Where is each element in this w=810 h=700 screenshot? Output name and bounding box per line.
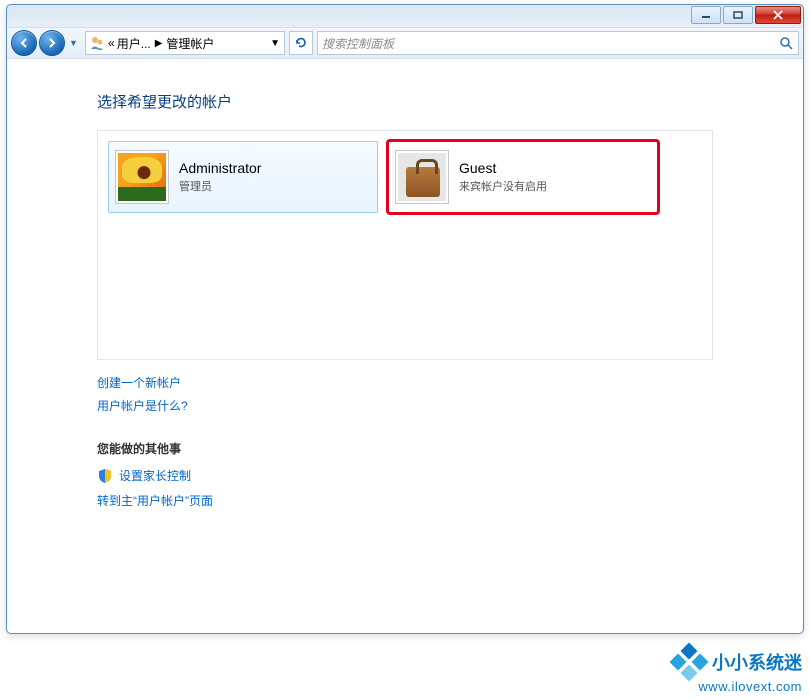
breadcrumb-item-2[interactable]: 管理帐户 xyxy=(166,35,214,52)
account-picture xyxy=(395,150,449,204)
forward-button[interactable] xyxy=(39,30,65,56)
account-text: Administrator 管理员 xyxy=(179,160,261,194)
control-panel-window: ▼ « 用户... ▶ 管理帐户 ▼ 搜索控制面板 选择希望更改的帐户 xyxy=(6,4,804,634)
close-button[interactable] xyxy=(755,6,801,24)
breadcrumb-prefix: « xyxy=(108,36,115,50)
refresh-button[interactable] xyxy=(289,31,313,55)
content-area: 选择希望更改的帐户 Administrator 管理员 Guest 来宾帐户没有… xyxy=(7,59,803,535)
link-goto-main-accounts[interactable]: 转到主“用户帐户”页面 xyxy=(97,492,713,509)
breadcrumb-item-1[interactable]: 用户... xyxy=(117,35,151,52)
suitcase-icon xyxy=(398,153,446,201)
titlebar xyxy=(7,5,803,27)
account-role: 来宾帐户没有启用 xyxy=(459,178,547,194)
account-role: 管理员 xyxy=(179,178,261,194)
flower-icon xyxy=(118,153,166,201)
watermark-diamond-icon xyxy=(672,645,706,679)
account-administrator[interactable]: Administrator 管理员 xyxy=(108,141,378,213)
account-text: Guest 来宾帐户没有启用 xyxy=(459,160,547,194)
back-button[interactable] xyxy=(11,30,37,56)
account-guest[interactable]: Guest 来宾帐户没有启用 xyxy=(388,141,658,213)
shield-icon xyxy=(97,468,113,484)
watermark: 小小系统迷 www.ilovext.com xyxy=(672,645,802,694)
history-dropdown[interactable]: ▼ xyxy=(69,38,81,48)
minimize-button[interactable] xyxy=(691,6,721,24)
search-placeholder: 搜索控制面板 xyxy=(322,35,394,52)
primary-links: 创建一个新帐户 用户帐户是什么? xyxy=(97,374,713,414)
accounts-list: Administrator 管理员 Guest 来宾帐户没有启用 xyxy=(97,130,713,360)
parental-controls-row: 设置家长控制 xyxy=(97,467,713,484)
watermark-title: 小小系统迷 xyxy=(712,649,802,675)
account-name: Administrator xyxy=(179,160,261,176)
breadcrumb-dropdown-icon[interactable]: ▼ xyxy=(268,38,282,49)
user-accounts-icon xyxy=(88,34,106,52)
breadcrumb-sep-icon: ▶ xyxy=(153,38,165,49)
watermark-logo: 小小系统迷 xyxy=(672,645,802,679)
link-what-is-account[interactable]: 用户帐户是什么? xyxy=(97,397,713,414)
link-create-account[interactable]: 创建一个新帐户 xyxy=(97,374,713,391)
account-picture xyxy=(115,150,169,204)
account-name: Guest xyxy=(459,160,547,176)
page-heading: 选择希望更改的帐户 xyxy=(97,91,713,112)
search-icon xyxy=(778,35,794,51)
link-parental-controls[interactable]: 设置家长控制 xyxy=(119,467,191,484)
navigation-bar: ▼ « 用户... ▶ 管理帐户 ▼ 搜索控制面板 xyxy=(7,27,803,59)
watermark-url: www.ilovext.com xyxy=(672,679,802,694)
breadcrumb[interactable]: « 用户... ▶ 管理帐户 ▼ xyxy=(85,31,285,55)
maximize-button[interactable] xyxy=(723,6,753,24)
other-actions-label: 您能做的其他事 xyxy=(97,440,713,457)
search-input[interactable]: 搜索控制面板 xyxy=(317,31,799,55)
